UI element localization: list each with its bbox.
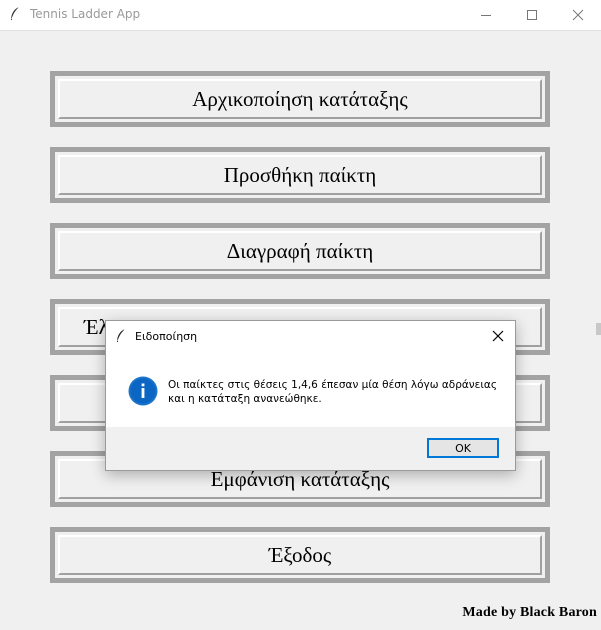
dialog-title: Ειδοποίηση <box>135 330 198 343</box>
dialog-close-button[interactable] <box>487 325 509 347</box>
button-label: Έξοδος <box>58 535 542 575</box>
title-bar: Tennis Ladder App <box>0 0 601 31</box>
minimize-icon <box>481 15 491 16</box>
window-title: Tennis Ladder App <box>30 7 141 21</box>
close-icon <box>572 9 584 21</box>
button-label: Αρχικοποίηση κατάταξης <box>58 79 542 119</box>
close-button[interactable] <box>555 0 601 30</box>
add-player-button[interactable]: Προσθήκη παίκτη <box>50 147 550 203</box>
button-label: Προσθήκη παίκτη <box>58 155 542 195</box>
dialog-message: Οι παίκτες στις θέσεις 1,4,6 έπεσαν μία … <box>168 378 508 406</box>
credit-text: Made by Black Baron <box>462 605 597 620</box>
feather-icon <box>11 6 20 20</box>
notification-dialog: Ειδοποίηση Οι παίκτες στις θέσεις 1,4,6 … <box>105 320 516 471</box>
dialog-message-line: Οι παίκτες στις θέσεις 1,4,6 έπεσαν μία … <box>168 379 497 391</box>
dialog-message-line: και η κατάταξη ανανεώθηκε. <box>168 393 322 405</box>
close-icon <box>492 330 504 342</box>
ok-button[interactable]: OK <box>427 438 499 458</box>
exit-button[interactable]: Έξοδος <box>50 527 550 583</box>
initialize-ranking-button[interactable]: Αρχικοποίηση κατάταξης <box>50 71 550 127</box>
delete-player-button[interactable]: Διαγραφή παίκτη <box>50 223 550 279</box>
minimize-button[interactable] <box>463 0 509 30</box>
maximize-icon <box>527 10 537 20</box>
feather-icon <box>117 328 126 342</box>
window-edge-artifact <box>596 323 601 335</box>
dialog-footer: OK <box>106 427 515 470</box>
info-icon <box>128 376 158 406</box>
maximize-button[interactable] <box>509 0 555 30</box>
button-label: Διαγραφή παίκτη <box>58 231 542 271</box>
